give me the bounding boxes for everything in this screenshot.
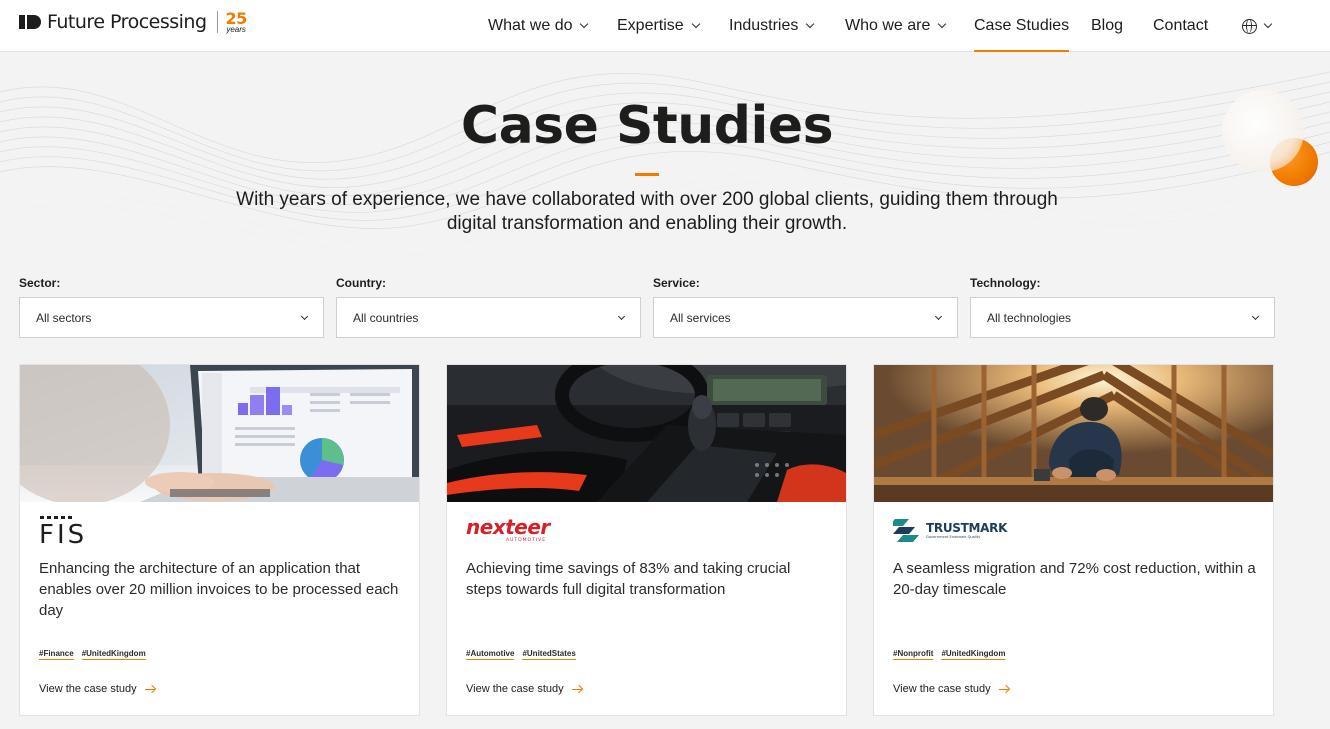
case-study-card[interactable]: FIS Enhancing the architecture of an app… [19,364,420,716]
tag-united-states[interactable]: #UnitedStates [522,649,576,660]
nav-item-blog[interactable]: Blog [1091,0,1123,52]
technology-select[interactable]: All technologies [970,297,1275,338]
nav-label: Expertise [617,17,684,34]
nav-item-expertise[interactable]: Expertise [617,0,700,52]
decorative-wave-background [0,71,1330,256]
filter-label: Sector: [19,276,61,290]
chevron-down-icon [617,312,626,320]
card-title: A seamless migration and 72% cost reduct… [893,560,1256,598]
chevron-down-icon [938,19,947,29]
chevron-down-icon [1263,19,1273,29]
filter-label: Country: [336,276,386,290]
anniversary-badge: 25 years [226,10,248,34]
trustmark-logo-text: TRUSTMARK [926,521,1008,535]
chevron-down-icon [934,312,943,320]
case-study-card[interactable]: TRUSTMARK Government Endorsed Quality A … [873,364,1274,716]
link-label: View the case study [466,683,564,695]
title-underline [635,173,659,176]
card-image-car-interior [447,365,846,502]
nexteer-logo-text: nexteer [466,515,551,539]
select-value: All sectors [36,310,92,325]
sector-select[interactable]: All sectors [19,297,324,338]
tag-united-kingdom[interactable]: #UnitedKingdom [941,649,1006,660]
brand-logo[interactable]: Future Processing 25 years [19,9,247,35]
client-logo-fis: FIS [39,515,111,550]
view-case-study-link[interactable]: View the case study [466,683,583,695]
chevron-down-icon [806,19,815,29]
card-tags: #Automotive #UnitedStates [466,649,576,660]
case-study-card[interactable]: nexteer AUTOMOTIVE Achieving time saving… [446,364,847,716]
nav-label: Case Studies [974,17,1070,34]
nav-label: What we do [488,17,573,34]
tag-nonprofit[interactable]: #Nonprofit [893,649,934,660]
card-title: Enhancing the architecture of an applica… [39,560,399,619]
language-switcher[interactable] [1242,0,1273,52]
globe-icon [1242,18,1257,34]
arrow-right-icon [998,685,1010,694]
arrow-right-icon [144,685,156,694]
view-case-study-link[interactable]: View the case study [893,683,1010,695]
filter-label: Technology: [970,276,1041,290]
filter-technology: Technology: All technologies [970,276,1275,338]
chevron-down-icon [1251,312,1260,320]
filter-service: Service: All services [653,276,958,338]
anniversary-label: years [226,24,246,34]
nexteer-logo-subtext: AUTOMOTIVE [506,537,546,543]
chevron-down-icon [300,312,309,320]
tag-automotive[interactable]: #Automotive [466,649,515,660]
brand-name: Future Processing [47,11,207,33]
client-logo-trustmark: TRUSTMARK Government Endorsed Quality [889,515,1013,545]
chevron-down-icon [580,19,589,29]
site-header: Future Processing 25 years What we do Ex… [0,0,1330,52]
select-value: All technologies [987,310,1072,325]
brand-separator [216,11,218,33]
nav-label: Industries [729,17,799,34]
arrow-right-icon [571,685,583,694]
subtitle-line: With years of experience, we have collab… [236,189,1058,210]
nav-item-contact[interactable]: Contact [1153,0,1208,52]
select-value: All countries [353,310,419,325]
page-subtitle: With years of experience, we have collab… [200,188,1094,236]
card-tags: #Nonprofit #UnitedKingdom [893,649,1006,660]
card-image-laptop-dashboard [20,365,419,502]
service-select[interactable]: All services [653,297,958,338]
filter-label: Service: [653,276,700,290]
chevron-down-icon [691,19,700,29]
page-title: Case Studies [460,96,834,156]
link-label: View the case study [893,683,991,695]
client-logo-nexteer: nexteer AUTOMOTIVE [466,515,576,545]
view-case-study-link[interactable]: View the case study [39,683,156,695]
trustmark-emblem-icon [889,519,919,542]
nav-label: Contact [1153,17,1209,34]
card-tags: #Finance #UnitedKingdom [39,649,146,660]
country-select[interactable]: All countries [336,297,641,338]
trustmark-logo-subtext: Government Endorsed Quality [926,535,981,539]
card-image-roof-construction [874,365,1273,502]
select-value: All services [670,310,731,325]
nav-item-industries[interactable]: Industries [729,0,815,52]
tag-united-kingdom[interactable]: #UnitedKingdom [81,649,146,660]
tag-finance[interactable]: #Finance [39,649,74,660]
nav-item-what-we-do[interactable]: What we do [488,0,589,52]
card-title: Achieving time savings of 83% and taking… [466,560,791,598]
nav-item-who-we-are[interactable]: Who we are [845,0,947,52]
brand-mark-icon [19,15,41,29]
subtitle-line: digital transformation and enabling thei… [446,213,848,234]
nav-label: Blog [1091,17,1124,34]
fis-logo-text: FIS [39,520,87,545]
link-label: View the case study [39,683,137,695]
filter-sector: Sector: All sectors [19,276,324,338]
nav-label: Who we are [845,17,931,34]
hero-section: Case Studies With years of experience, w… [0,52,1330,272]
nav-item-case-studies[interactable]: Case Studies [974,0,1070,52]
filter-country: Country: All countries [336,276,641,338]
